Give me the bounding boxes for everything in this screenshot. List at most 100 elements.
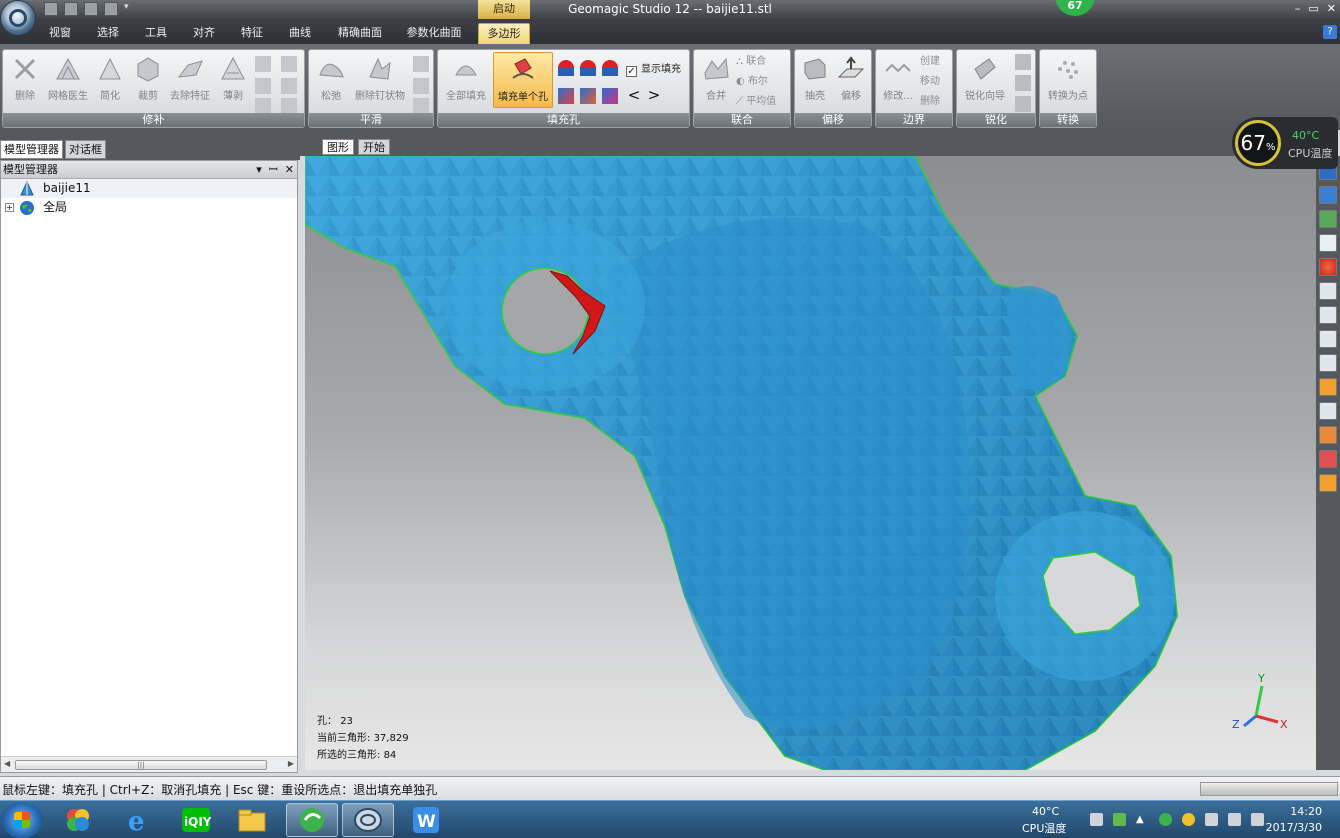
scroll-left-icon[interactable]: ◀	[4, 759, 10, 768]
delete-button[interactable]: 删除	[5, 52, 45, 108]
fill-internal-icon[interactable]	[558, 88, 574, 104]
select-all-icon[interactable]	[1319, 474, 1337, 492]
merge-button[interactable]: 合并	[696, 52, 736, 108]
tree-item-mesh[interactable]: baijie11	[1, 179, 297, 198]
keyboard-icon[interactable]	[1090, 813, 1103, 826]
smooth-small-icon-2[interactable]	[413, 78, 429, 94]
taskbar-wps[interactable]: W	[400, 803, 452, 837]
shell-button[interactable]: 薄剥	[215, 52, 251, 108]
taskbar-explorer[interactable]	[226, 803, 278, 837]
horizontal-scrollbar[interactable]: ◀ ||| ▶	[1, 756, 297, 772]
extract-button[interactable]: 抽壳	[797, 52, 833, 108]
scrollbar-thumb[interactable]: |||	[15, 760, 267, 770]
save-as-icon[interactable]	[64, 2, 78, 16]
start-button[interactable]	[1, 802, 43, 838]
close-icon[interactable]: ✕	[1327, 2, 1336, 15]
application-menu-button[interactable]	[0, 0, 36, 36]
clock[interactable]: 14:20 2017/3/30	[1264, 804, 1322, 836]
zoom-icon[interactable]	[1319, 234, 1337, 252]
tab-view[interactable]: 视窗	[42, 23, 78, 44]
tab-start[interactable]: 开始	[358, 139, 390, 155]
security-shield-icon[interactable]	[1159, 813, 1172, 826]
move-boundary-button[interactable]: 移动	[920, 74, 940, 89]
modify-button[interactable]: 修改...	[878, 52, 918, 108]
tab-dialog[interactable]: 对话框	[65, 140, 106, 159]
minimize-icon[interactable]: –	[1295, 2, 1301, 15]
close-panel-icon[interactable]: ✕	[285, 161, 294, 178]
fill-all-button[interactable]: 全部填充	[440, 52, 492, 108]
repair-small-icon-5[interactable]	[255, 98, 271, 114]
redo-icon[interactable]	[104, 2, 118, 16]
tab-curves[interactable]: 曲线	[282, 23, 318, 44]
pin-icon[interactable]: ꟷ	[269, 161, 278, 178]
update-icon[interactable]	[1182, 813, 1195, 826]
fit-view-icon[interactable]	[1319, 210, 1337, 228]
smooth-small-icon-1[interactable]	[413, 56, 429, 72]
sharpen-wizard-button[interactable]: 锐化向导	[959, 52, 1011, 108]
line-select-icon[interactable]	[1319, 330, 1337, 348]
tray-expand-icon[interactable]: ▲	[1136, 813, 1149, 826]
tab-tools[interactable]: 工具	[138, 23, 174, 44]
restore-icon[interactable]: ▭	[1308, 2, 1318, 15]
remove-features-button[interactable]: 去除特征	[167, 52, 213, 108]
battery-icon[interactable]	[1113, 813, 1126, 826]
repair-small-icon-1[interactable]	[255, 56, 271, 72]
fill-flat-icon[interactable]	[602, 60, 618, 76]
tab-model-manager[interactable]: 模型管理器	[0, 140, 63, 159]
network-icon[interactable]	[1251, 813, 1264, 826]
fill-boundary-icon[interactable]	[580, 88, 596, 104]
fill-curvature-icon[interactable]	[558, 60, 574, 76]
dropdown-icon[interactable]: ▾	[256, 161, 262, 178]
tab-polygons[interactable]: 多边形	[478, 23, 530, 44]
boolean-button[interactable]: ◐ 布尔	[736, 74, 768, 89]
sharpen-small-icon-2[interactable]	[1015, 75, 1031, 91]
repair-small-icon-4[interactable]	[281, 78, 297, 94]
relax-button[interactable]: 松弛	[311, 52, 351, 108]
sharpen-small-icon-3[interactable]	[1015, 96, 1031, 112]
select-visible-icon[interactable]	[1319, 450, 1337, 468]
context-tab-start[interactable]: 启动	[478, 0, 530, 19]
previous-icon[interactable]: <	[626, 88, 642, 104]
save-icon[interactable]	[44, 2, 58, 16]
microphone-icon[interactable]	[1228, 813, 1241, 826]
remove-spikes-button[interactable]: 删除钉状物	[353, 52, 407, 108]
mesh-doctor-button[interactable]: 网格医生	[45, 52, 91, 108]
performance-badge[interactable]: 67	[1055, 0, 1095, 16]
undo-icon[interactable]	[84, 2, 98, 16]
tab-align[interactable]: 对齐	[186, 23, 222, 44]
tab-graphics[interactable]: 图形	[322, 139, 354, 155]
repair-small-icon-3[interactable]	[255, 78, 271, 94]
combine-button[interactable]: ⛬ 联合	[736, 54, 766, 69]
next-icon[interactable]: >	[646, 88, 662, 104]
pointer-select-icon[interactable]	[1319, 402, 1337, 420]
view-iso-icon[interactable]	[1319, 186, 1337, 204]
simplify-button[interactable]: 简化	[93, 52, 127, 108]
tab-features[interactable]: 特征	[234, 23, 270, 44]
brush-select-icon[interactable]	[1319, 354, 1337, 372]
expand-icon[interactable]: +	[5, 203, 14, 212]
trim-button[interactable]: 裁剪	[129, 52, 167, 108]
cpu-monitor-widget[interactable]: 67% 40°C CPU温度	[1232, 117, 1338, 169]
volume-icon[interactable]	[1205, 813, 1218, 826]
3d-viewport[interactable]: 孔： 23 当前三角形: 37,829 所选的三角形: 84 Y X Z	[305, 156, 1316, 770]
taskbar-geomagic[interactable]	[342, 803, 394, 837]
fill-single-hole-button[interactable]: 填充单个孔	[493, 52, 553, 108]
tab-exact-surfaces[interactable]: 精确曲面	[334, 23, 386, 44]
render-icon[interactable]	[1319, 258, 1337, 276]
delete-boundary-button[interactable]: 删除	[920, 94, 940, 109]
rectangle-select-icon[interactable]	[1319, 282, 1337, 300]
smooth-small-icon-3[interactable]	[413, 98, 429, 114]
taskbar-iqiyi[interactable]: iQIY	[170, 803, 222, 837]
convert-to-points-button[interactable]: 转换为点	[1042, 52, 1094, 108]
tree-item-global[interactable]: + 全局	[1, 198, 297, 217]
repair-small-icon-2[interactable]	[281, 56, 297, 72]
lasso-select-icon[interactable]	[1319, 306, 1337, 324]
average-button[interactable]: ⟋ 平均值	[736, 94, 776, 109]
offset-button[interactable]: 偏移	[833, 52, 869, 108]
show-fill-checkbox[interactable]: ✓ 显示填充	[626, 62, 681, 77]
select-through-icon[interactable]	[1319, 426, 1337, 444]
taskbar-360-browser[interactable]	[286, 803, 338, 837]
tab-select[interactable]: 选择	[90, 23, 126, 44]
sharpen-small-icon-1[interactable]	[1015, 54, 1031, 70]
fill-bridge-icon[interactable]	[602, 88, 618, 104]
